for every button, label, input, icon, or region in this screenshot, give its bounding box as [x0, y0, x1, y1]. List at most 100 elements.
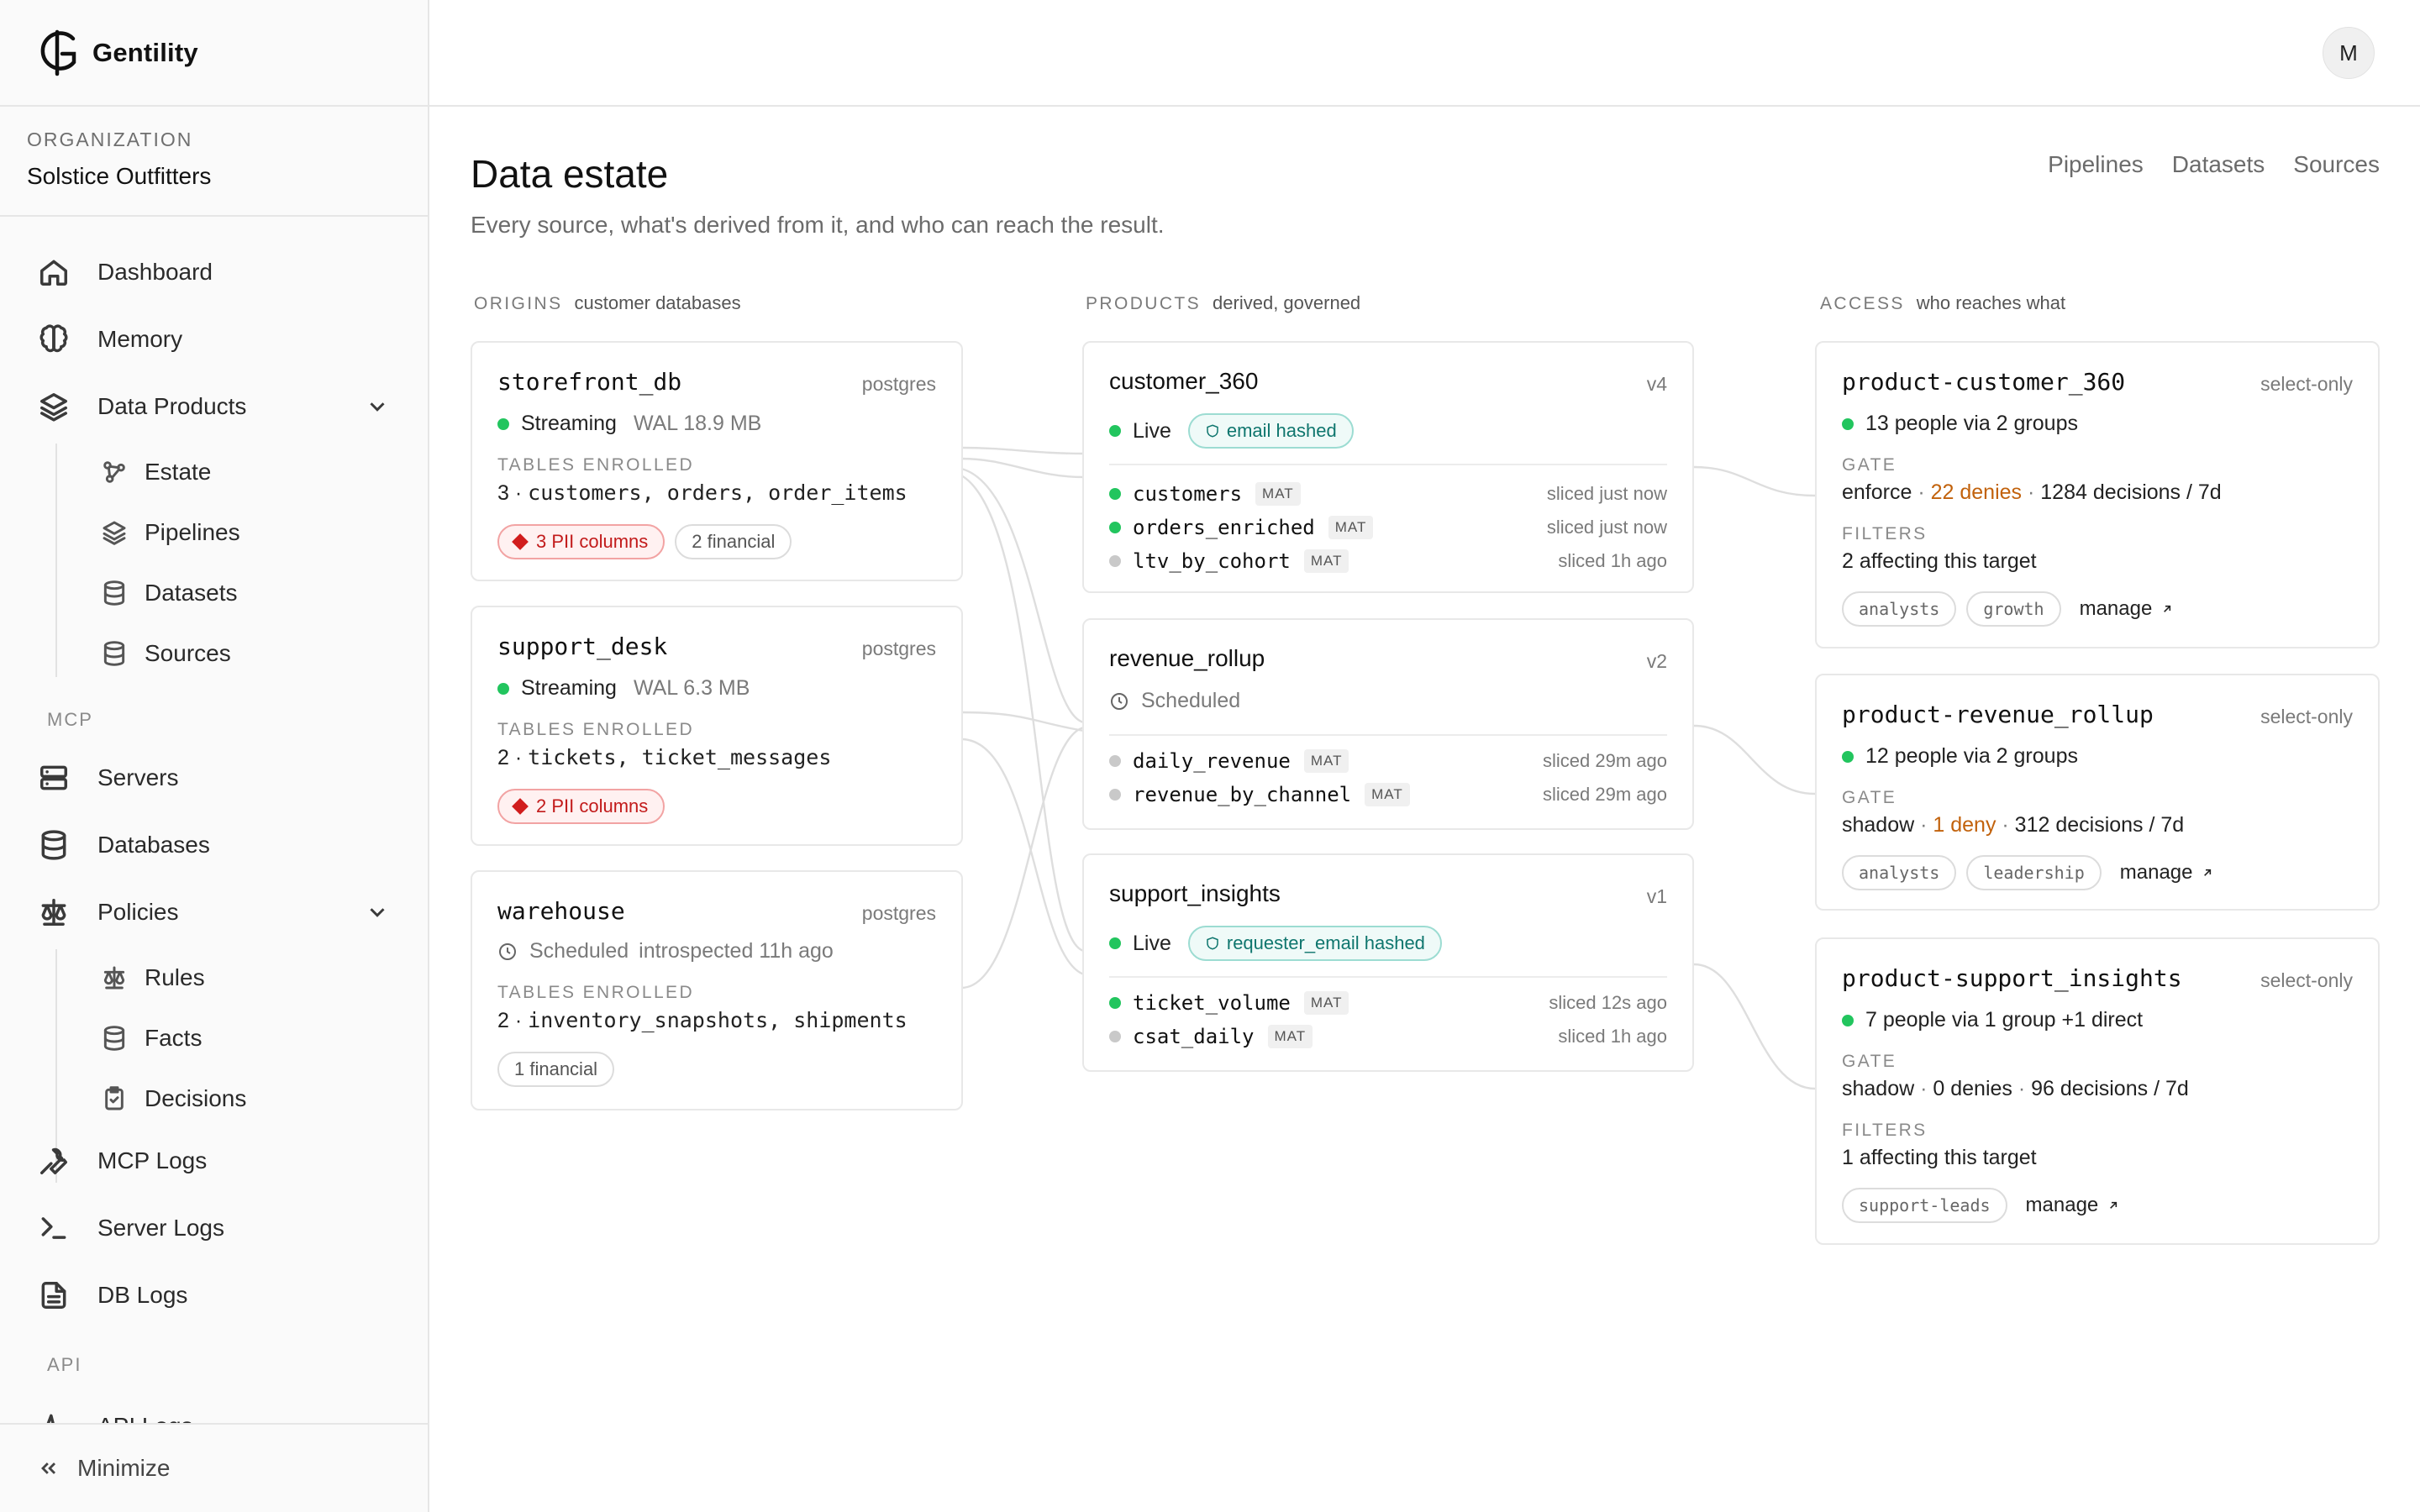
status-dot-icon [1842, 750, 1854, 763]
sidebar-item-pipelines[interactable]: Pipelines [101, 511, 387, 554]
access-card-product-revenue-rollup[interactable]: product-revenue_rollup select-only 12 pe… [1815, 674, 2380, 911]
sidebar-item-label: Memory [97, 326, 183, 352]
connector-line [960, 726, 1085, 990]
page-links: Pipelines Datasets Sources [2048, 151, 2380, 178]
sidebar-item-dashboard[interactable]: Dashboard [37, 249, 390, 296]
origin-name: storefront_db [497, 368, 682, 396]
sidebar-item-estate[interactable]: Estate [101, 450, 387, 494]
manage-link[interactable]: manage [2026, 1194, 2121, 1217]
sidebar-item-label: Data Products [97, 393, 247, 419]
product-card-support-insights[interactable]: support_insights v1 Live requester_email… [1082, 853, 1694, 1072]
dataset-row[interactable]: revenue_by_channel MAT sliced 29m ago [1109, 780, 1667, 810]
dataset-row[interactable]: daily_revenue MAT sliced 29m ago [1109, 746, 1667, 776]
layers-icon [103, 521, 126, 545]
scale-icon [41, 899, 66, 926]
group-chip[interactable]: growth [1966, 591, 2061, 627]
sidebar-item-db-logs[interactable]: DB Logs [37, 1272, 390, 1319]
sidebar-item-memory[interactable]: Memory [37, 316, 390, 363]
shield-icon [1207, 424, 1218, 438]
pii-badge[interactable]: 3 PII columns [497, 524, 666, 559]
group-chip[interactable]: leadership [1966, 855, 2102, 890]
sidebar-item-policies[interactable]: Policies [37, 889, 390, 936]
connector-line [960, 738, 1085, 976]
sidebar-item-mcp-logs[interactable]: MCP Logs [37, 1137, 390, 1184]
minimize-label: Minimize [77, 1455, 171, 1481]
organization-switcher[interactable]: ORGANIZATION Solstice Outfitters [0, 107, 428, 217]
gentility-logo-icon [40, 29, 76, 76]
sidebar-item-label: DB Logs [97, 1282, 188, 1308]
dataset-row[interactable]: csat_daily MAT sliced 1h ago [1109, 1021, 1667, 1052]
origin-name: support_desk [497, 633, 668, 660]
product-status: Live email hashed [1109, 413, 1364, 449]
database-icon [103, 1026, 125, 1051]
product-card-customer-360[interactable]: customer_360 v4 Live email hashed custom… [1082, 341, 1694, 593]
warning-diamond-icon [512, 798, 529, 815]
sidebar-item-servers[interactable]: Servers [37, 754, 390, 801]
sidebar-item-sources[interactable]: Sources [101, 632, 387, 675]
group-chip[interactable]: support-leads [1842, 1188, 2007, 1223]
chevron-down-icon[interactable] [365, 900, 390, 925]
access-mode: select-only [2260, 373, 2353, 395]
connector-line [960, 457, 1085, 479]
link-pipelines[interactable]: Pipelines [2048, 151, 2144, 178]
column-header-origins: ORIGINS customer databases [474, 292, 741, 313]
page-title: Data estate [471, 152, 669, 196]
dataset-row[interactable]: orders_enriched MAT sliced just now [1109, 512, 1667, 543]
brand[interactable]: Gentility [0, 0, 428, 107]
sidebar-item-label: MCP Logs [97, 1147, 208, 1173]
organization-name: Solstice Outfitters [27, 163, 212, 189]
hashed-badge[interactable]: email hashed [1187, 413, 1354, 449]
group-list: analysts leadership manage [1842, 855, 2214, 890]
hashed-badge[interactable]: requester_email hashed [1187, 926, 1442, 961]
manage-link[interactable]: manage [2080, 597, 2175, 621]
tables-enrolled-label: TABLES ENROLLED [497, 983, 695, 1002]
mat-badge: MAT [1303, 991, 1349, 1015]
chevron-down-icon[interactable] [365, 394, 390, 419]
origin-card-storefront-db[interactable]: storefront_db postgres Streaming WAL 18.… [471, 341, 963, 581]
mat-badge: MAT [1303, 549, 1349, 573]
access-reach: 12 people via 2 groups [1842, 744, 2078, 769]
sidebar-item-rules[interactable]: Rules [101, 956, 387, 1000]
dataset-row[interactable]: customers MAT sliced just now [1109, 479, 1667, 509]
financial-badge[interactable]: 1 financial [497, 1052, 615, 1087]
minimize-button[interactable]: Minimize [0, 1423, 428, 1512]
access-card-product-customer-360[interactable]: product-customer_360 select-only 13 peop… [1815, 341, 2380, 648]
home-icon [40, 260, 67, 286]
user-avatar[interactable]: M [2323, 27, 2375, 79]
dataset-row[interactable]: ltv_by_cohort MAT sliced 1h ago [1109, 546, 1667, 576]
column-header-access: ACCESS who reaches what [1820, 292, 2066, 313]
gate-label: GATE [1842, 1052, 1897, 1071]
origin-card-support-desk[interactable]: support_desk postgres Streaming WAL 6.3 … [471, 606, 963, 846]
database-icon [103, 641, 125, 666]
origin-card-warehouse[interactable]: warehouse postgres Scheduled introspecte… [471, 870, 963, 1110]
product-card-revenue-rollup[interactable]: revenue_rollup v2 Scheduled daily_revenu… [1082, 618, 1694, 830]
manage-link[interactable]: manage [2120, 861, 2215, 885]
link-datasets[interactable]: Datasets [2172, 151, 2265, 178]
sidebar-item-data-products[interactable]: Data Products [37, 383, 390, 430]
status-dot-icon [497, 682, 509, 695]
link-sources[interactable]: Sources [2293, 151, 2380, 178]
group-list: analysts growth manage [1842, 591, 2174, 627]
access-reach: 7 people via 1 group +1 direct [1842, 1008, 2143, 1032]
tables-enrolled-label: TABLES ENROLLED [497, 455, 695, 475]
dataset-row[interactable]: ticket_volume MAT sliced 12s ago [1109, 988, 1667, 1018]
access-card-product-support-insights[interactable]: product-support_insights select-only 7 p… [1815, 937, 2380, 1245]
product-version: v4 [1646, 373, 1667, 395]
organization-label: ORGANIZATION [27, 129, 193, 150]
sidebar-item-databases[interactable]: Databases [37, 822, 390, 869]
group-chip[interactable]: analysts [1842, 855, 1957, 890]
financial-badge[interactable]: 2 financial [675, 524, 792, 559]
sidebar-item-server-logs[interactable]: Server Logs [37, 1205, 390, 1252]
group-chip[interactable]: analysts [1842, 591, 1957, 627]
product-name: support_insights [1109, 880, 1281, 906]
status-dot-icon [1109, 789, 1121, 801]
sidebar-item-datasets[interactable]: Datasets [101, 571, 387, 615]
sidebar-item-facts[interactable]: Facts [101, 1016, 387, 1060]
filters-label: FILTERS [1842, 524, 1928, 543]
sidebar-item-decisions[interactable]: Decisions [101, 1077, 387, 1121]
layers-icon [40, 393, 67, 422]
pii-badge[interactable]: 2 PII columns [497, 789, 666, 824]
gate-summary: shadow · 1 deny · 312 decisions / 7d [1842, 813, 2185, 837]
status-dot-icon [1109, 488, 1121, 500]
mat-badge: MAT [1267, 1025, 1313, 1048]
